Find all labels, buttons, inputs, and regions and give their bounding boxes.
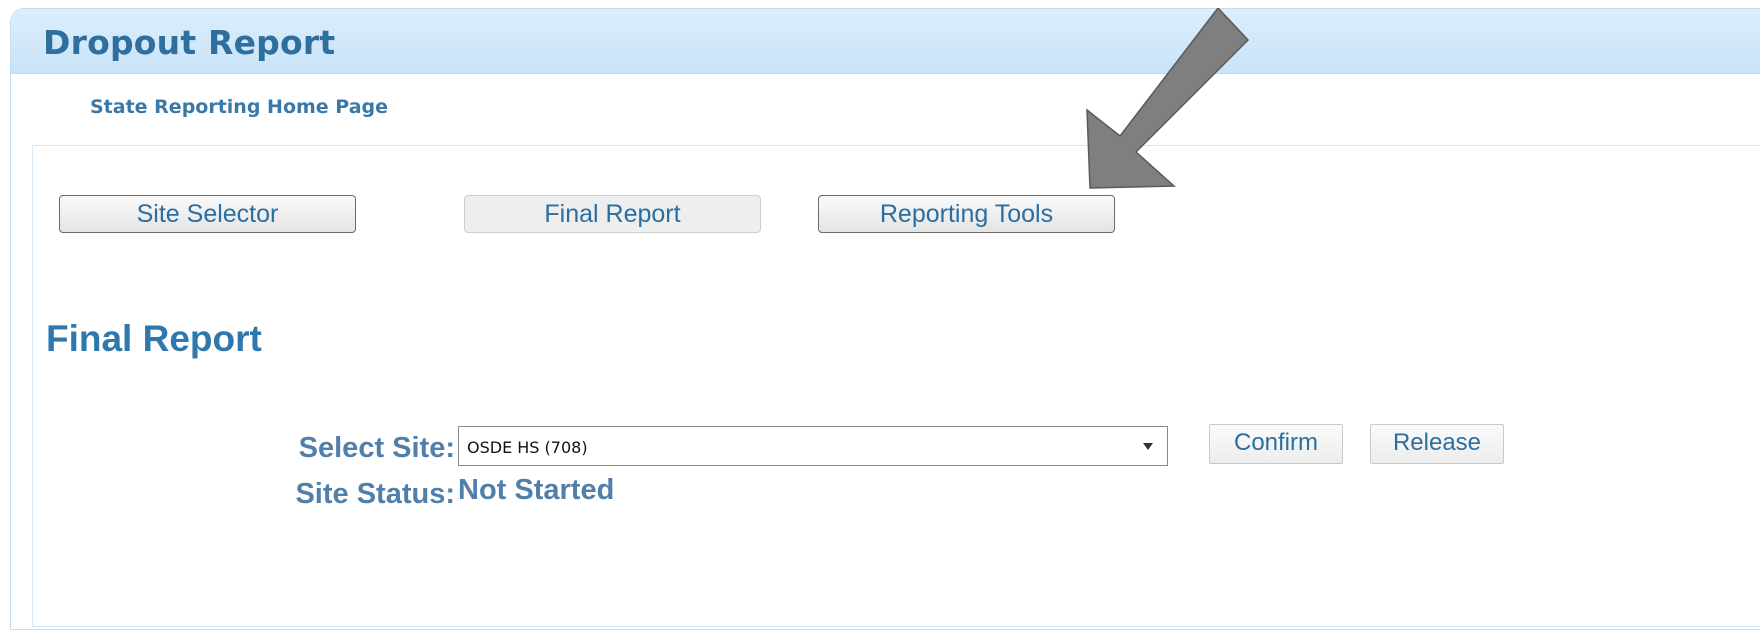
page-title: Dropout Report xyxy=(43,23,336,62)
select-site-label: Select Site: xyxy=(298,432,455,464)
site-select[interactable]: OSDE HS (708) xyxy=(458,426,1168,466)
site-status-label: Site Status: xyxy=(295,478,455,510)
tab-reporting-tools[interactable]: Reporting Tools xyxy=(818,195,1115,233)
confirm-button[interactable]: Confirm xyxy=(1209,424,1343,464)
chevron-down-icon xyxy=(1143,443,1153,450)
site-select-value: OSDE HS (708) xyxy=(467,438,588,457)
tab-site-selector[interactable]: Site Selector xyxy=(59,195,356,233)
release-button[interactable]: Release xyxy=(1370,424,1504,464)
home-page-link[interactable]: State Reporting Home Page xyxy=(90,96,388,118)
site-status-value: Not Started xyxy=(458,474,615,506)
section-title: Final Report xyxy=(46,318,262,359)
header-bar: Dropout Report xyxy=(11,9,1760,74)
tab-final-report[interactable]: Final Report xyxy=(464,195,761,233)
annotation-arrow-icon xyxy=(1086,8,1250,189)
